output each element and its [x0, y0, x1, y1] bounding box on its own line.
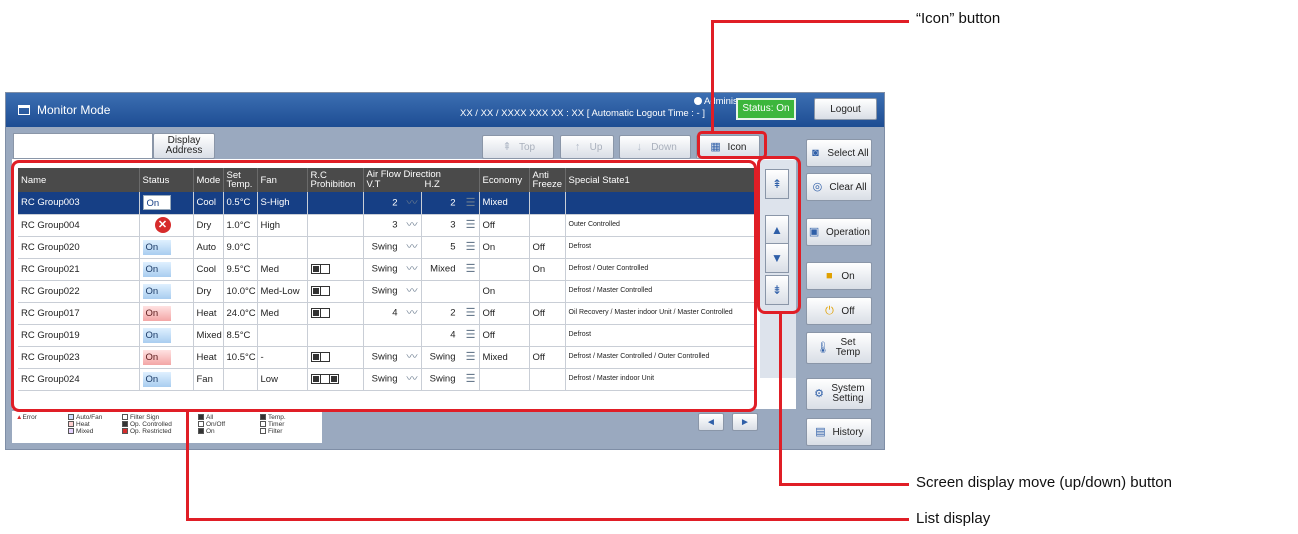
legend-all: All: [206, 414, 214, 421]
on-button[interactable]: ■ On: [806, 262, 872, 290]
off-button[interactable]: ⏻ Off: [806, 297, 872, 325]
select-all-icon: ◙: [812, 147, 819, 159]
window-title: Monitor Mode: [37, 103, 111, 117]
top-label: Top: [518, 141, 536, 153]
filter-icon: [260, 428, 266, 434]
set-temp-label: Set Temp: [835, 337, 861, 358]
list-callout-line-v: [186, 412, 189, 521]
up-arrow-icon: ↑: [574, 141, 581, 153]
on-icon: [198, 428, 204, 434]
legend-filter: Filter: [268, 428, 283, 435]
operation-icon: ▣: [808, 226, 820, 238]
icon-button-highlight: [697, 131, 767, 159]
auto-fan-swatch: [68, 414, 74, 420]
power-on-icon: ■: [826, 270, 833, 282]
legend-filter-sign: Filter Sign: [130, 414, 160, 421]
legend-heat: Heat: [76, 421, 90, 428]
heat-swatch: [68, 421, 74, 427]
operation-button[interactable]: ▣ Operation: [806, 218, 872, 246]
legend-on-off: On/Off: [206, 421, 226, 428]
up-button[interactable]: ↑ Up: [560, 135, 614, 159]
gear-icon: ⚙: [814, 388, 824, 400]
legend: ▲Error Auto/Fan Heat Mixed Filter Sign O…: [12, 411, 322, 443]
filter-sign-icon: [122, 414, 128, 420]
power-off-icon: ⏻: [825, 305, 834, 317]
top-arrow-icon: ⇞: [502, 141, 512, 153]
temp-icon: [260, 414, 266, 420]
list-callout-line-h: [186, 518, 909, 521]
icon-button-callout: “Icon” button: [916, 10, 1001, 27]
operation-label: Operation: [826, 226, 870, 238]
legend-op-restricted: Op. Restricted: [130, 428, 172, 435]
legend-col-1: ▲Error: [16, 414, 37, 421]
clear-all-label: Clear All: [829, 181, 867, 193]
select-all-button[interactable]: ◙ Select All: [806, 139, 872, 167]
legend-error: Error: [22, 414, 37, 421]
scroll-buttons-callout: Screen display move (up/down) button: [916, 474, 1172, 491]
top-button[interactable]: ⇞ Top: [482, 135, 554, 159]
list-display-highlight: [11, 160, 757, 412]
all-icon: [198, 414, 204, 420]
page-prev-button[interactable]: ◄: [698, 413, 724, 431]
user-icon: [694, 97, 702, 105]
scroll-callout-line-v: [779, 314, 782, 486]
legend-col-4: All On/Off On: [198, 414, 225, 435]
legend-on: On: [206, 428, 215, 435]
mixed-swatch: [68, 428, 74, 434]
on-label: On: [841, 270, 855, 282]
clear-all-button[interactable]: ◎ Clear All: [806, 173, 872, 201]
history-icon: ▤: [815, 426, 826, 438]
history-label: History: [832, 426, 864, 438]
legend-col-3: Filter Sign Op. Controlled Op. Restricte…: [122, 414, 172, 435]
history-button[interactable]: ▤ History: [806, 418, 872, 446]
op-controlled-icon: [122, 421, 128, 427]
set-temp-button[interactable]: 🌡 Set Temp: [806, 332, 872, 364]
icon-callout-line-h: [711, 20, 909, 23]
legend-temp: Temp.: [268, 414, 286, 421]
title-bar: Monitor Mode XX / XX / XXXX XXX XX : XX …: [6, 93, 884, 127]
down-label: Down: [651, 141, 677, 153]
window-icon: [18, 105, 30, 115]
legend-timer: Timer: [268, 421, 285, 428]
list-display-callout: List display: [916, 510, 991, 527]
down-button[interactable]: ↓ Down: [619, 135, 691, 159]
system-setting-label: System Setting: [831, 383, 865, 404]
display-address-field[interactable]: [13, 133, 153, 159]
legend-col-5: Temp. Timer Filter: [260, 414, 286, 435]
up-label: Up: [589, 141, 603, 153]
icon-callout-line-v: [711, 20, 714, 132]
legend-mixed: Mixed: [76, 428, 94, 435]
system-setting-button[interactable]: ⚙ System Setting: [806, 378, 872, 410]
logout-button[interactable]: Logout: [814, 98, 877, 120]
legend-op-controlled: Op. Controlled: [130, 421, 172, 428]
scroll-buttons-highlight: [757, 156, 801, 314]
status-badge: Status: On: [736, 98, 796, 120]
on-off-icon: [198, 421, 204, 427]
off-label: Off: [841, 305, 855, 317]
page-next-button[interactable]: ►: [732, 413, 758, 431]
display-address-button[interactable]: Display Address: [153, 133, 215, 159]
date-time-display: XX / XX / XXXX XXX XX : XX [ Automatic L…: [460, 108, 705, 119]
select-all-label: Select All: [827, 147, 869, 159]
clear-all-icon: ◎: [812, 181, 823, 193]
timer-icon: [260, 421, 266, 427]
thermometer-icon: 🌡: [816, 342, 830, 354]
scroll-callout-line-h: [779, 483, 909, 486]
legend-col-2: Auto/Fan Heat Mixed: [68, 414, 102, 435]
op-restricted-icon: [122, 428, 128, 434]
legend-auto-fan: Auto/Fan: [76, 414, 103, 421]
down-arrow-icon: ↓: [636, 141, 642, 153]
